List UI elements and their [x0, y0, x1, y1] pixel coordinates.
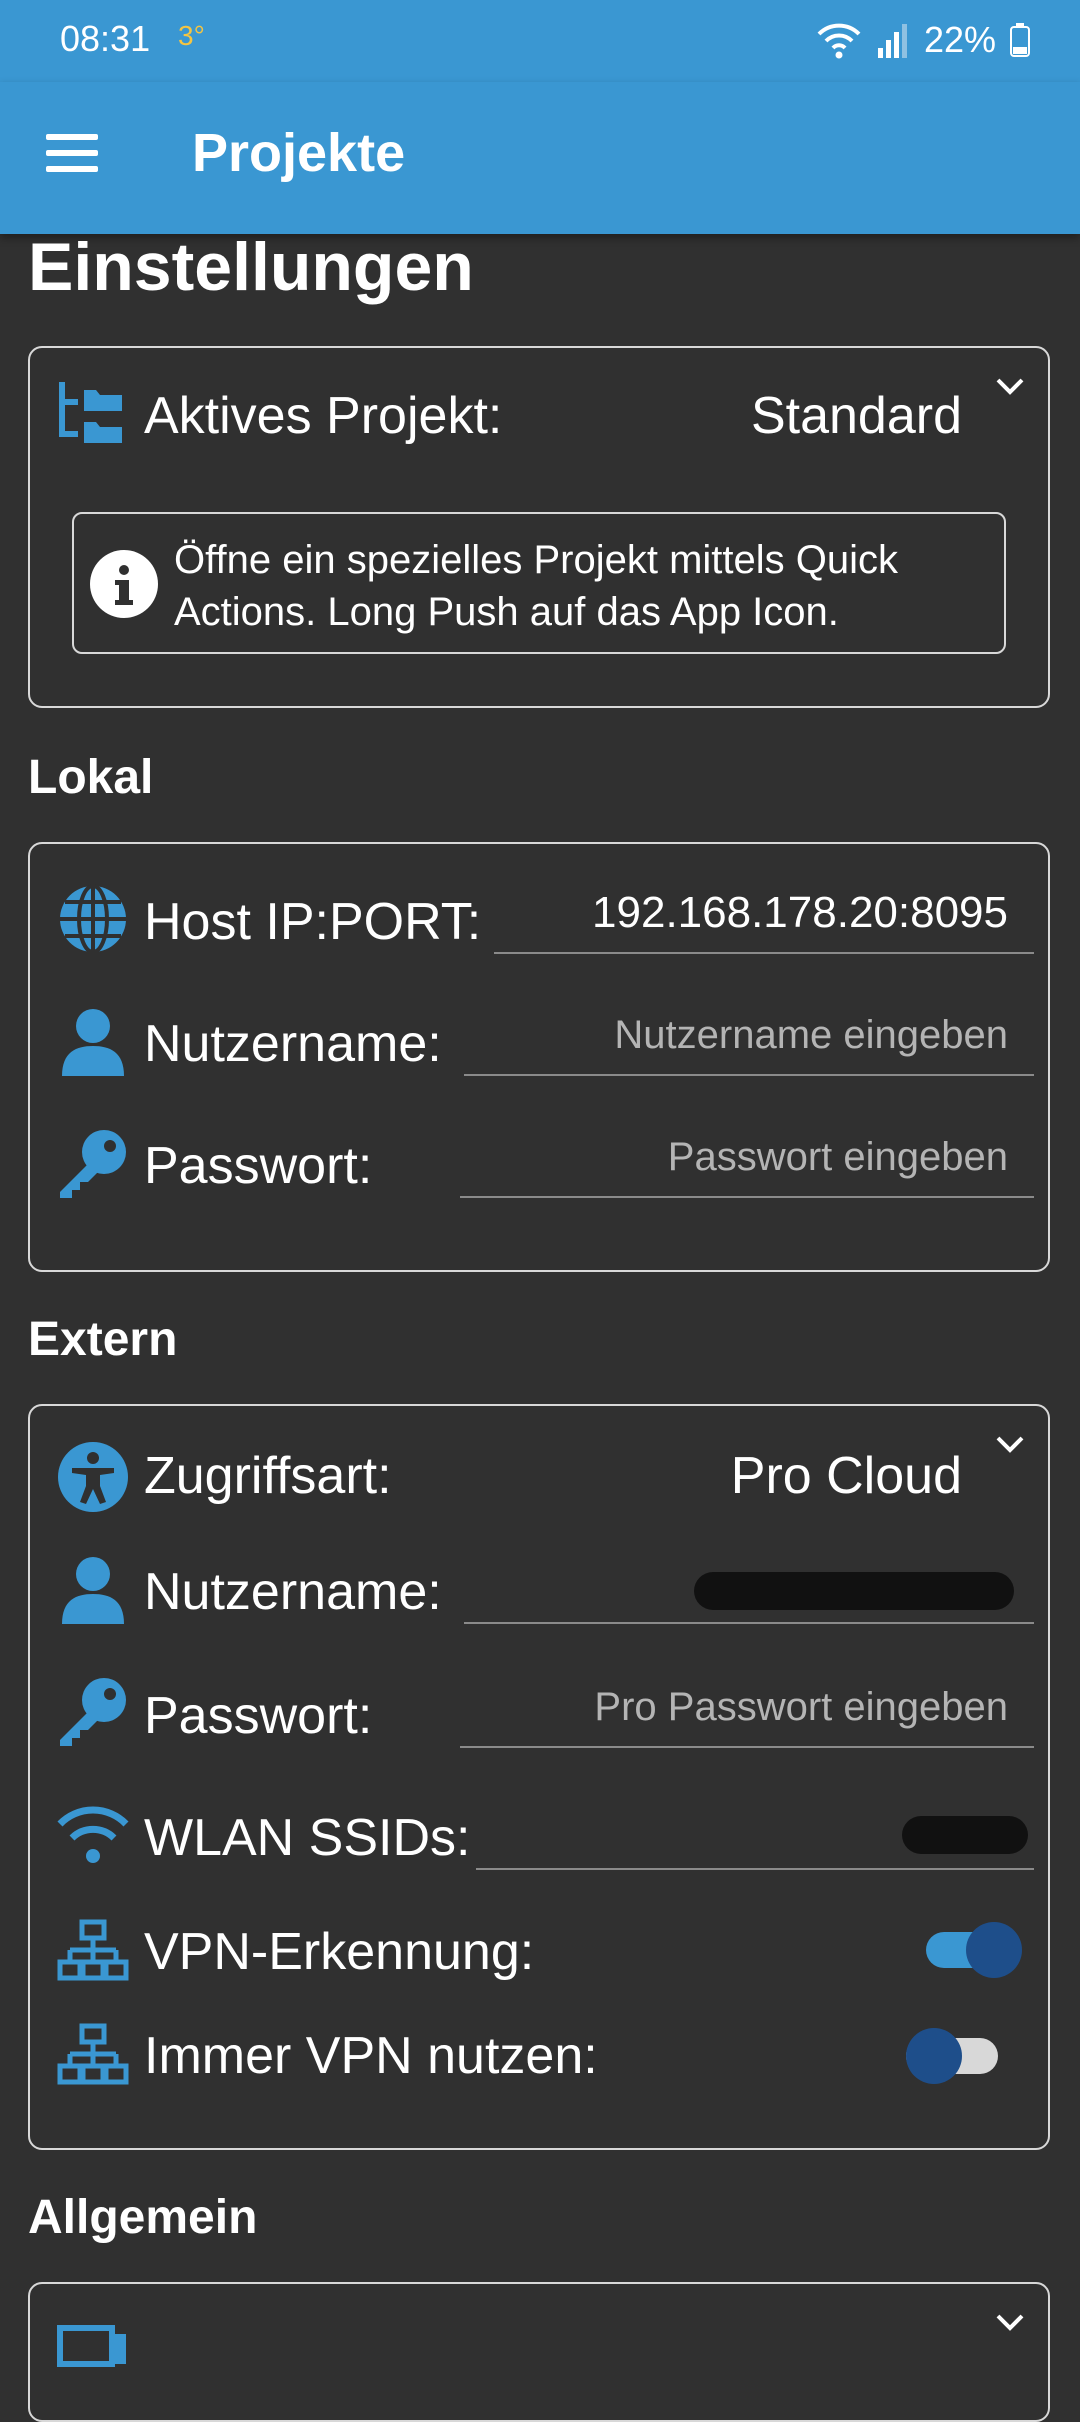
- local-username-input[interactable]: [464, 996, 1034, 1076]
- local-password-label: Passwort:: [144, 1137, 373, 1195]
- battery-icon: [1010, 23, 1030, 57]
- access-type-select[interactable]: Pro Cloud: [731, 1446, 962, 1506]
- chevron-down-icon[interactable]: [992, 374, 1028, 398]
- network-icon: [57, 2023, 129, 2085]
- general-card: [28, 2282, 1050, 2422]
- status-indicators: 22%: [816, 18, 1030, 62]
- network-icon: [57, 1919, 129, 1981]
- local-card: Host IP:PORT: Nutzername: Passwort:: [28, 842, 1050, 1272]
- key-icon: [60, 1130, 126, 1198]
- display-icon: [57, 2325, 126, 2367]
- globe-icon: [60, 884, 126, 954]
- active-project-card: Aktives Projekt: Standard Öffne ein spez…: [28, 346, 1050, 708]
- external-card: Zugriffsart: Pro Cloud Nutzername: Passw…: [28, 1404, 1050, 2150]
- vpn-detection-toggle[interactable]: [926, 1922, 1022, 1978]
- vpn-detection-label: VPN-Erkennung:: [144, 1923, 535, 1981]
- user-icon: [62, 1009, 124, 1076]
- signal-icon: [877, 24, 907, 58]
- external-user-label: Nutzername:: [144, 1563, 442, 1621]
- access-type-label: Zugriffsart:: [144, 1447, 392, 1505]
- local-password-input[interactable]: [460, 1118, 1034, 1198]
- host-input[interactable]: [494, 874, 1034, 954]
- external-password-label: Passwort:: [144, 1687, 373, 1745]
- status-bar: 08:31 3° 22%: [0, 0, 1080, 82]
- redacted-username: [694, 1572, 1014, 1610]
- info-box: Öffne ein spezielles Projekt mittels Qui…: [72, 512, 1006, 654]
- wifi-status-icon: [817, 23, 861, 59]
- user-icon: [62, 1557, 124, 1624]
- info-icon: [90, 550, 158, 618]
- always-vpn-toggle[interactable]: [906, 2028, 998, 2084]
- battery-percent: 22%: [923, 19, 996, 60]
- section-title-extern: Extern: [28, 1313, 178, 1366]
- key-icon: [60, 1678, 126, 1746]
- host-label: Host IP:PORT:: [144, 893, 482, 951]
- page-title: Einstellungen: [28, 229, 474, 305]
- chevron-down-icon[interactable]: [992, 2310, 1028, 2334]
- external-password-input[interactable]: [460, 1668, 1034, 1748]
- active-project-select[interactable]: Standard: [751, 386, 962, 446]
- accessibility-icon: [58, 1442, 128, 1512]
- project-folder-icon: [59, 382, 122, 443]
- always-vpn-label: Immer VPN nutzen:: [144, 2027, 598, 2085]
- local-user-label: Nutzername:: [144, 1015, 442, 1073]
- chevron-down-icon[interactable]: [992, 1432, 1028, 1456]
- section-title-allgemein: Allgemein: [28, 2191, 258, 2244]
- active-project-label: Aktives Projekt:: [144, 387, 503, 445]
- status-time: 08:31: [60, 18, 151, 59]
- info-text: Öffne ein spezielles Projekt mittels Qui…: [174, 538, 899, 634]
- app-bar-title: Projekte: [192, 123, 406, 183]
- hamburger-menu-icon[interactable]: [46, 134, 98, 174]
- redacted-ssid: [902, 1816, 1028, 1854]
- wifi-icon: [57, 1806, 129, 1863]
- status-temperature: 3°: [178, 20, 205, 51]
- app-bar: Projekte: [0, 82, 1080, 234]
- wlan-ssids-label: WLAN SSIDs:: [144, 1809, 471, 1867]
- section-title-lokal: Lokal: [28, 751, 154, 804]
